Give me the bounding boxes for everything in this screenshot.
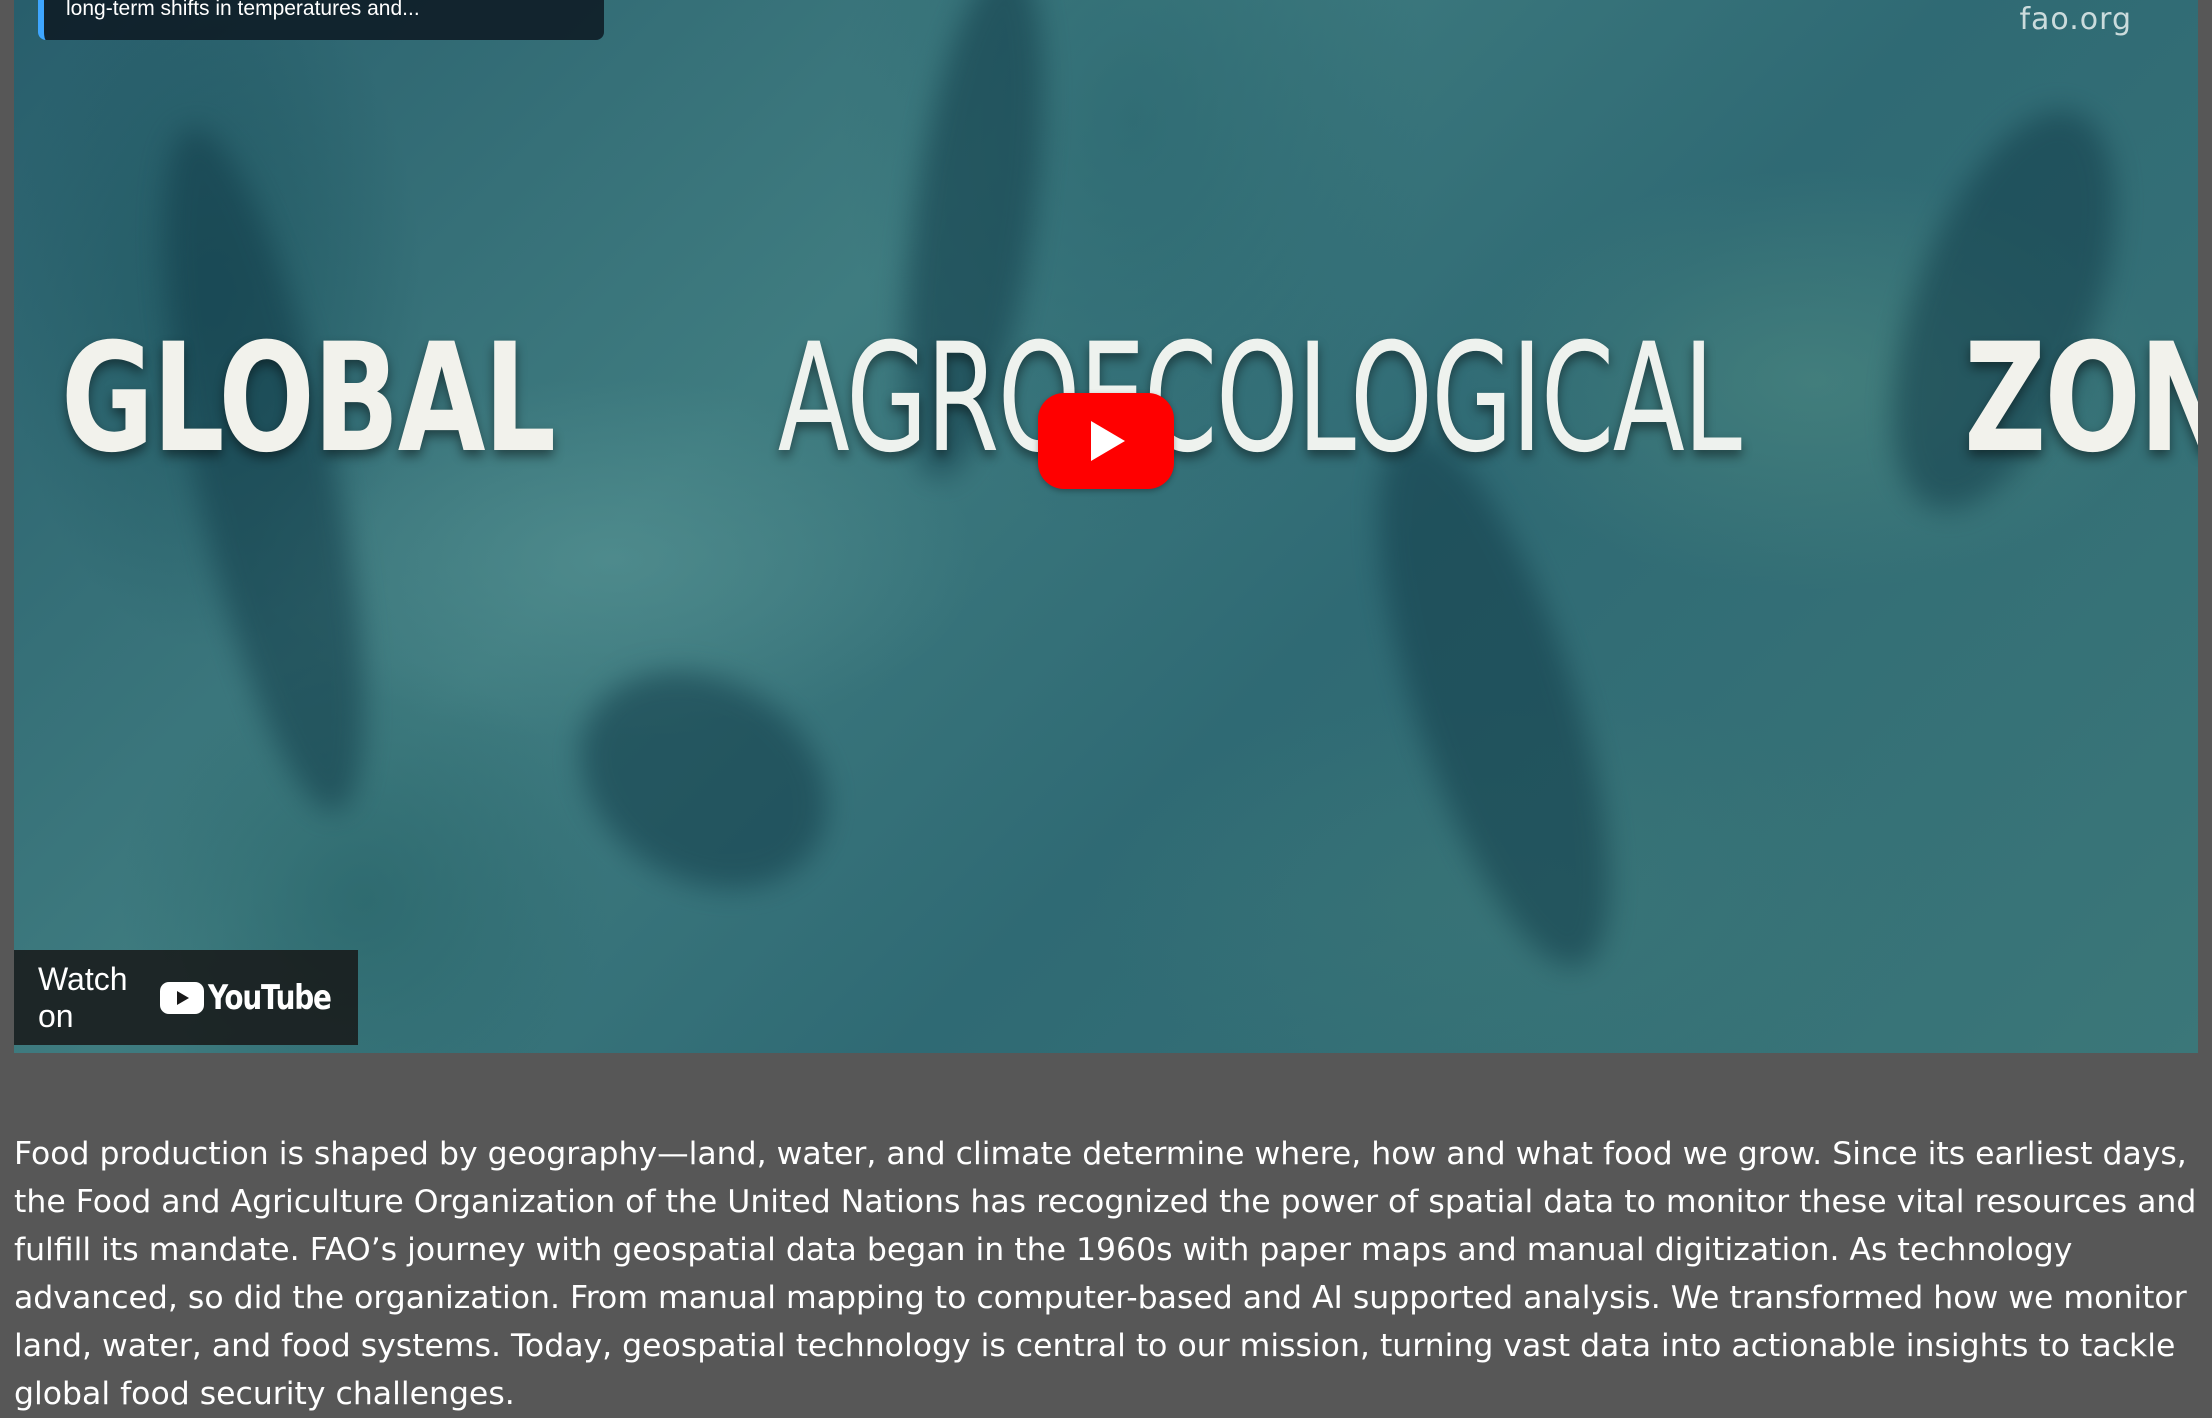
youtube-wordmark: YouTube: [208, 977, 332, 1018]
watch-on-label: Watch on: [38, 960, 128, 1034]
video-embed[interactable]: long-term shifts in temperatures and... …: [14, 0, 2198, 1053]
fao-watermark: fao.org: [2019, 2, 2132, 37]
title-word-zoning: ZONING: [1964, 312, 2198, 486]
title-word-global: GLOBAL: [60, 312, 556, 486]
watch-on-youtube-button[interactable]: Watch on YouTube: [14, 950, 358, 1045]
youtube-logo: YouTube: [160, 978, 358, 1018]
play-button[interactable]: [1038, 393, 1174, 489]
title-word-agroecological: AGROECOLOGICAL: [777, 312, 1742, 486]
youtube-icon: [160, 981, 205, 1014]
info-card-text: long-term shifts in temperatures and...: [66, 0, 420, 20]
info-card[interactable]: long-term shifts in temperatures and...: [38, 0, 604, 40]
article-paragraph: Food production is shaped by geography—l…: [14, 1136, 2197, 1412]
play-icon: [1091, 421, 1125, 461]
video-thumbnail[interactable]: [14, 0, 2198, 1053]
